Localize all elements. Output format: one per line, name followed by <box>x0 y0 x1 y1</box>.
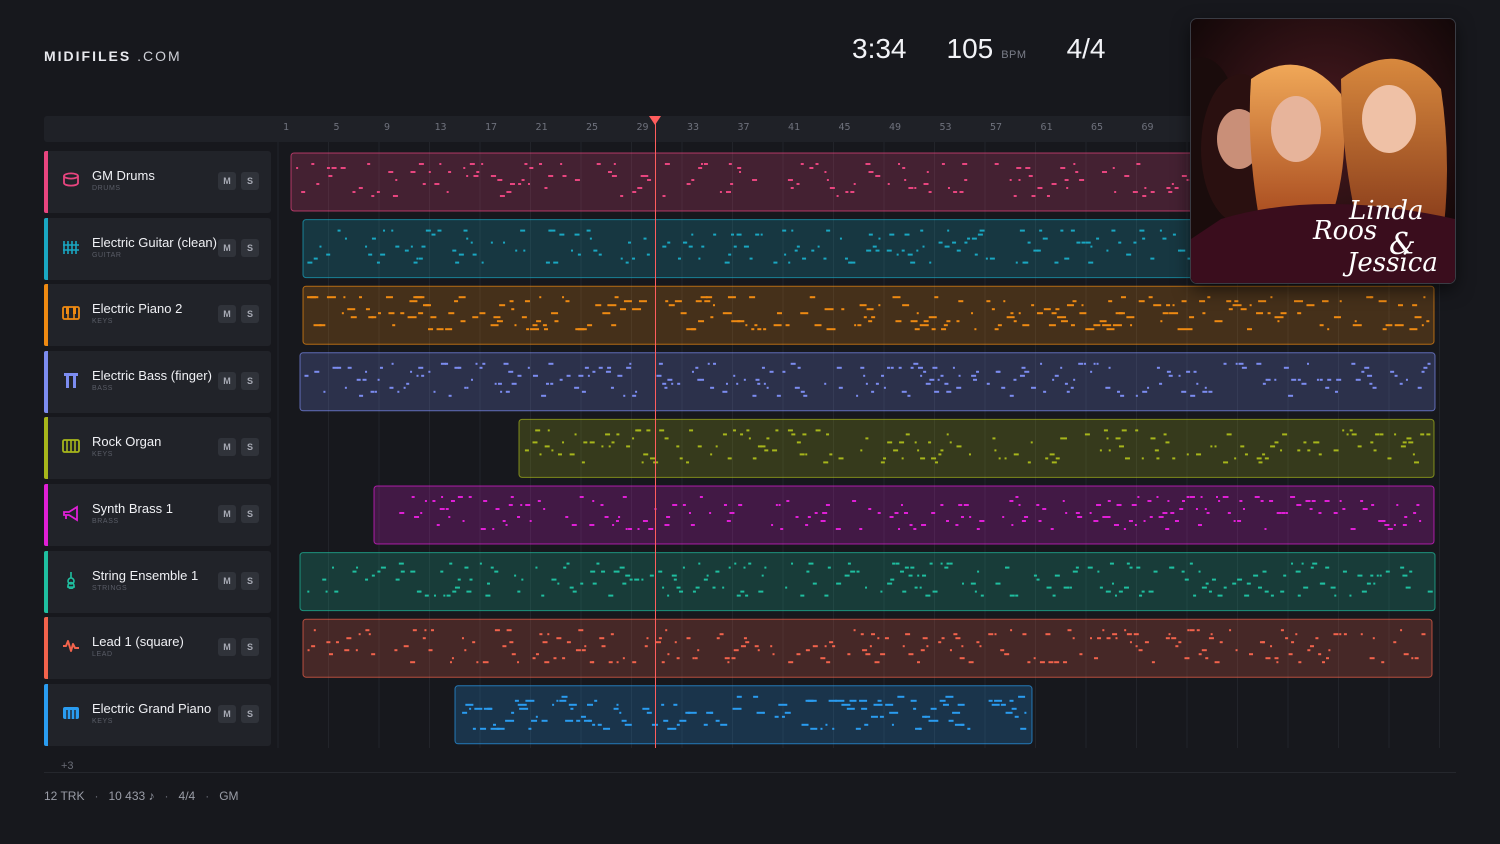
mute-button[interactable]: M <box>218 571 236 590</box>
track-name: Electric Piano 2 <box>92 301 183 317</box>
track-color-stripe <box>44 417 48 480</box>
footer-separator: · <box>205 789 210 803</box>
track-header[interactable]: Electric Piano 2 KEYS M S <box>44 284 271 347</box>
track-color-stripe <box>44 350 48 413</box>
drum-icon <box>62 171 80 189</box>
track-header[interactable]: Rock Organ KEYS M S <box>44 417 271 480</box>
solo-button[interactable]: S <box>241 438 259 457</box>
footer-separator: · <box>94 789 99 803</box>
solo-button[interactable]: S <box>241 571 259 590</box>
track-color-stripe <box>44 484 48 546</box>
track-header[interactable]: GM Drums DRUMS M S <box>44 151 271 213</box>
track-header[interactable]: String Ensemble 1 STRINGS M S <box>44 550 271 613</box>
mute-button[interactable]: M <box>218 438 236 457</box>
guitar-icon <box>62 238 80 256</box>
midi-standard: GM <box>219 789 239 803</box>
track-clip[interactable] <box>518 418 1435 478</box>
footer-time-signature: 4/4 <box>178 789 196 803</box>
brass-icon <box>62 504 80 522</box>
solo-button[interactable]: S <box>241 371 259 390</box>
footer-divider <box>44 772 1456 773</box>
track-name: Rock Organ <box>92 434 162 450</box>
track-category: KEYS <box>92 451 114 459</box>
more-tracks-indicator[interactable]: +3 <box>61 760 74 772</box>
note-count: 10 433 ♪ <box>108 789 155 803</box>
track-category: DRUMS <box>92 185 121 192</box>
track-category: STRINGS <box>92 584 128 592</box>
mute-button[interactable]: M <box>218 638 236 657</box>
track-header[interactable]: Lead 1 (square) LEAD M S <box>44 617 271 680</box>
track-header[interactable]: Electric Guitar (clean) GUITAR M S <box>44 217 271 280</box>
solo-button[interactable]: S <box>241 238 259 257</box>
track-category: KEYS <box>92 717 114 725</box>
mute-button[interactable]: M <box>218 172 236 190</box>
grand-piano-icon <box>62 704 80 722</box>
track-clip[interactable] <box>454 685 1033 745</box>
track-color-stripe <box>44 617 48 680</box>
track-category: KEYS <box>92 318 114 326</box>
mute-button[interactable]: M <box>218 505 236 523</box>
solo-button[interactable]: S <box>241 638 259 657</box>
album-cover: Linda Roos & Jessica <box>1191 19 1455 283</box>
track-color-stripe <box>44 284 48 347</box>
solo-button[interactable]: S <box>241 305 259 324</box>
mute-button[interactable]: M <box>218 704 236 723</box>
cover-title-line-3: Jessica <box>1342 248 1438 278</box>
track-clip[interactable] <box>299 352 1436 412</box>
organ-icon <box>62 437 80 455</box>
cover-title-line-2: Roos <box>1312 216 1377 246</box>
track-name: GM Drums <box>92 168 155 183</box>
track-clip[interactable] <box>302 285 1435 345</box>
footer-separator: · <box>164 789 169 803</box>
solo-button[interactable]: S <box>241 505 259 523</box>
solo-button[interactable]: S <box>241 172 259 190</box>
track-name: Synth Brass 1 <box>92 501 173 516</box>
wave-icon <box>62 637 80 655</box>
mute-button[interactable]: M <box>218 305 236 324</box>
playhead-line[interactable] <box>655 116 656 748</box>
footer-summary: 12 TRK · 10 433 ♪ · 4/4 · GM <box>44 789 239 803</box>
mute-button[interactable]: M <box>218 238 236 257</box>
track-count: 12 TRK <box>44 789 85 803</box>
track-color-stripe <box>44 550 48 613</box>
track-name: String Ensemble 1 <box>92 567 199 583</box>
playhead-marker-icon[interactable] <box>649 116 661 125</box>
track-category: GUITAR <box>92 251 122 259</box>
track-clip[interactable] <box>373 485 1435 545</box>
track-header[interactable]: Electric Grand Piano KEYS M S <box>44 683 271 746</box>
track-name: Electric Guitar (clean) <box>92 234 217 250</box>
bass-icon <box>62 371 80 389</box>
track-name: Lead 1 (square) <box>92 634 184 650</box>
track-category: BASS <box>92 384 114 392</box>
piano-icon <box>62 304 80 322</box>
track-color-stripe <box>44 683 48 746</box>
track-category: LEAD <box>92 651 113 659</box>
track-color-stripe <box>44 217 48 280</box>
solo-button[interactable]: S <box>241 704 259 723</box>
track-header[interactable]: Synth Brass 1 BRASS M S <box>44 484 271 546</box>
track-header[interactable]: Electric Bass (finger) BASS M S <box>44 350 271 413</box>
track-color-stripe <box>44 151 48 213</box>
track-category: BRASS <box>92 518 119 525</box>
track-name: Electric Bass (finger) <box>92 367 212 383</box>
violin-icon <box>62 571 80 589</box>
track-name: Electric Grand Piano <box>92 700 212 716</box>
track-clip[interactable] <box>302 618 1433 678</box>
track-clip[interactable] <box>299 552 1436 612</box>
mute-button[interactable]: M <box>218 371 236 390</box>
